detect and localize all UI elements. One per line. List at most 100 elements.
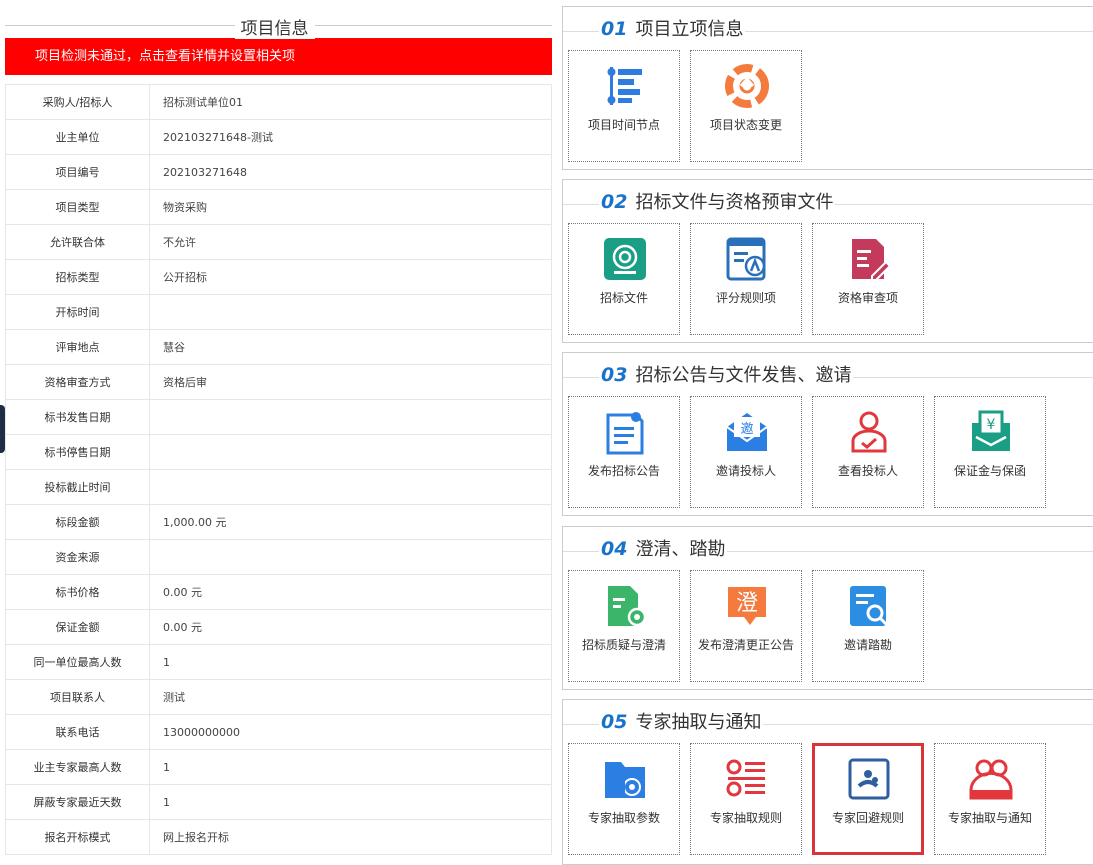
info-row-value: 13000000000 [149, 714, 552, 750]
section-title: 招标公告与文件发售、邀请 [635, 365, 852, 386]
section-03: 03 招标公告与文件发售、邀请发布招标公告 邀邀请投标人查看投标人 ¥ 保证金与保函 [562, 352, 1093, 516]
section-01: 01 项目立项信息项目时间节点 项目状态变更 [562, 6, 1093, 170]
workflow-card[interactable]: 发布招标公告 [568, 396, 680, 508]
info-row-label: 项目联系人 [5, 679, 150, 715]
experts-group-icon [968, 756, 1014, 802]
info-row-value: 网上报名开标 [149, 819, 552, 855]
section-title: 招标文件与资格预审文件 [635, 192, 834, 213]
side-collapse-tab[interactable] [0, 405, 5, 453]
info-row: 投标截止时间 [5, 469, 552, 505]
workflow-card[interactable]: ¥ 保证金与保函 [934, 396, 1046, 508]
workflow-card[interactable]: 招标质疑与澄清 [568, 570, 680, 682]
workflow-card-label: 专家抽取与通知 [947, 811, 1032, 825]
info-row-value: 测试 [149, 679, 552, 715]
workflow-card[interactable]: 澄发布澄清更正公告 [690, 570, 802, 682]
section-05: 05 专家抽取与通知 专家抽取参数 专家抽取规则 专家回避规则 专家抽取与通知 [562, 699, 1093, 865]
info-row-label: 业主专家最高人数 [5, 749, 150, 785]
deposit-icon: ¥ [968, 409, 1014, 455]
invite-mail-icon: 邀 [724, 409, 770, 455]
info-row: 项目编号 202103271648 [5, 154, 552, 190]
bidder-person-icon [846, 409, 892, 455]
workflow-card[interactable]: 招标文件 [568, 223, 680, 335]
info-row-value: 物资采购 [149, 189, 552, 225]
workflow-panel: 01 项目立项信息项目时间节点 项目状态变更 02 招标文件与资格预审文件招标文件 评分规… [562, 0, 1093, 865]
info-row-label: 屏蔽专家最近天数 [5, 784, 150, 820]
target-file-icon [602, 236, 648, 282]
workflow-card[interactable]: 资格审查项 [812, 223, 924, 335]
workflow-card[interactable]: 项目时间节点 [568, 50, 680, 162]
info-row: 资金来源 [5, 539, 552, 575]
workflow-card[interactable]: 专家抽取参数 [568, 743, 680, 855]
info-row-value [149, 469, 552, 505]
info-row-label: 招标类型 [5, 259, 150, 295]
workflow-card-label: 查看投标人 [837, 464, 898, 478]
section-04: 04 澄清、踏勘 招标质疑与澄清澄发布澄清更正公告 邀请踏勘 [562, 526, 1093, 690]
workflow-card[interactable]: 评分规则项 [690, 223, 802, 335]
workflow-card-label: 发布招标公告 [587, 464, 660, 478]
section-number: 05 [601, 711, 628, 733]
info-row-value: 公开招标 [149, 259, 552, 295]
section-heading: 03 招标公告与文件发售、邀请 [599, 361, 854, 387]
info-row-value [149, 399, 552, 435]
svg-text:澄: 澄 [736, 591, 758, 616]
info-row-value [149, 539, 552, 575]
info-row: 项目类型 物资采购 [5, 189, 552, 225]
info-row-label: 资金来源 [5, 539, 150, 575]
workflow-card-label: 评分规则项 [715, 291, 776, 305]
scoring-rule-icon [724, 236, 770, 282]
project-info-panel: 项目信息 项目检测未通过，点击查看详情并设置相关项 采购人/招标人 招标测试单位0… [5, 0, 552, 865]
section-heading: 04 澄清、踏勘 [599, 535, 728, 561]
section-number: 01 [601, 18, 628, 40]
workflow-card-label: 招标质疑与澄清 [581, 638, 666, 652]
workflow-card[interactable]: 项目状态变更 [690, 50, 802, 162]
info-row: 业主单位 202103271648-测试 [5, 119, 552, 155]
info-row-value: 不允许 [149, 224, 552, 260]
workflow-card[interactable]: 专家回避规则 [812, 743, 924, 855]
info-row: 开标时间 [5, 294, 552, 330]
workflow-card-label: 邀请踏勘 [843, 638, 892, 652]
workflow-card-label: 项目状态变更 [709, 118, 782, 132]
workflow-card-label: 发布澄清更正公告 [697, 638, 794, 652]
info-row-label: 标书发售日期 [5, 399, 150, 435]
section-heading: 01 项目立项信息 [599, 15, 746, 41]
section-number: 02 [601, 191, 628, 213]
info-row-label: 标书停售日期 [5, 434, 150, 470]
info-row-label: 业主单位 [5, 119, 150, 155]
workflow-card[interactable]: 邀邀请投标人 [690, 396, 802, 508]
info-row: 保证金额 0.00 元 [5, 609, 552, 645]
info-row-label: 采购人/招标人 [5, 84, 150, 120]
info-row-value: 招标测试单位01 [149, 84, 552, 120]
search-doc-icon [846, 583, 892, 629]
workflow-card-label: 专家抽取参数 [587, 811, 660, 825]
info-row-value: 慧谷 [149, 329, 552, 365]
folder-gear-icon [602, 756, 648, 802]
info-row-value: 1 [149, 749, 552, 785]
info-row-label: 标段金额 [5, 504, 150, 540]
validation-alert-banner[interactable]: 项目检测未通过，点击查看详情并设置相关项 [5, 38, 552, 75]
info-row: 报名开标模式 网上报名开标 [5, 819, 552, 855]
workflow-card[interactable]: 邀请踏勘 [812, 570, 924, 682]
qualification-review-icon [846, 236, 892, 282]
info-row-label: 同一单位最高人数 [5, 644, 150, 680]
list-rules-icon [724, 756, 770, 802]
info-row: 评审地点 慧谷 [5, 329, 552, 365]
info-row-label: 投标截止时间 [5, 469, 150, 505]
info-row-label: 开标时间 [5, 294, 150, 330]
info-row: 允许联合体 不允许 [5, 224, 552, 260]
info-row-value: 0.00 元 [149, 609, 552, 645]
workflow-card-label: 招标文件 [599, 291, 648, 305]
info-row-label: 报名开标模式 [5, 819, 150, 855]
info-row-label: 联系电话 [5, 714, 150, 750]
doc-gear-icon [602, 583, 648, 629]
svg-text:邀: 邀 [740, 422, 753, 437]
workflow-card[interactable]: 专家抽取规则 [690, 743, 802, 855]
workflow-card[interactable]: 查看投标人 [812, 396, 924, 508]
workflow-card-label: 保证金与保函 [953, 464, 1026, 478]
info-row: 标书停售日期 [5, 434, 552, 470]
info-row-value: 1,000.00 元 [149, 504, 552, 540]
section-number: 03 [601, 364, 628, 386]
status-change-icon [724, 63, 770, 109]
workflow-card-label: 资格审查项 [837, 291, 898, 305]
workflow-card[interactable]: 专家抽取与通知 [934, 743, 1046, 855]
info-row-label: 标书价格 [5, 574, 150, 610]
